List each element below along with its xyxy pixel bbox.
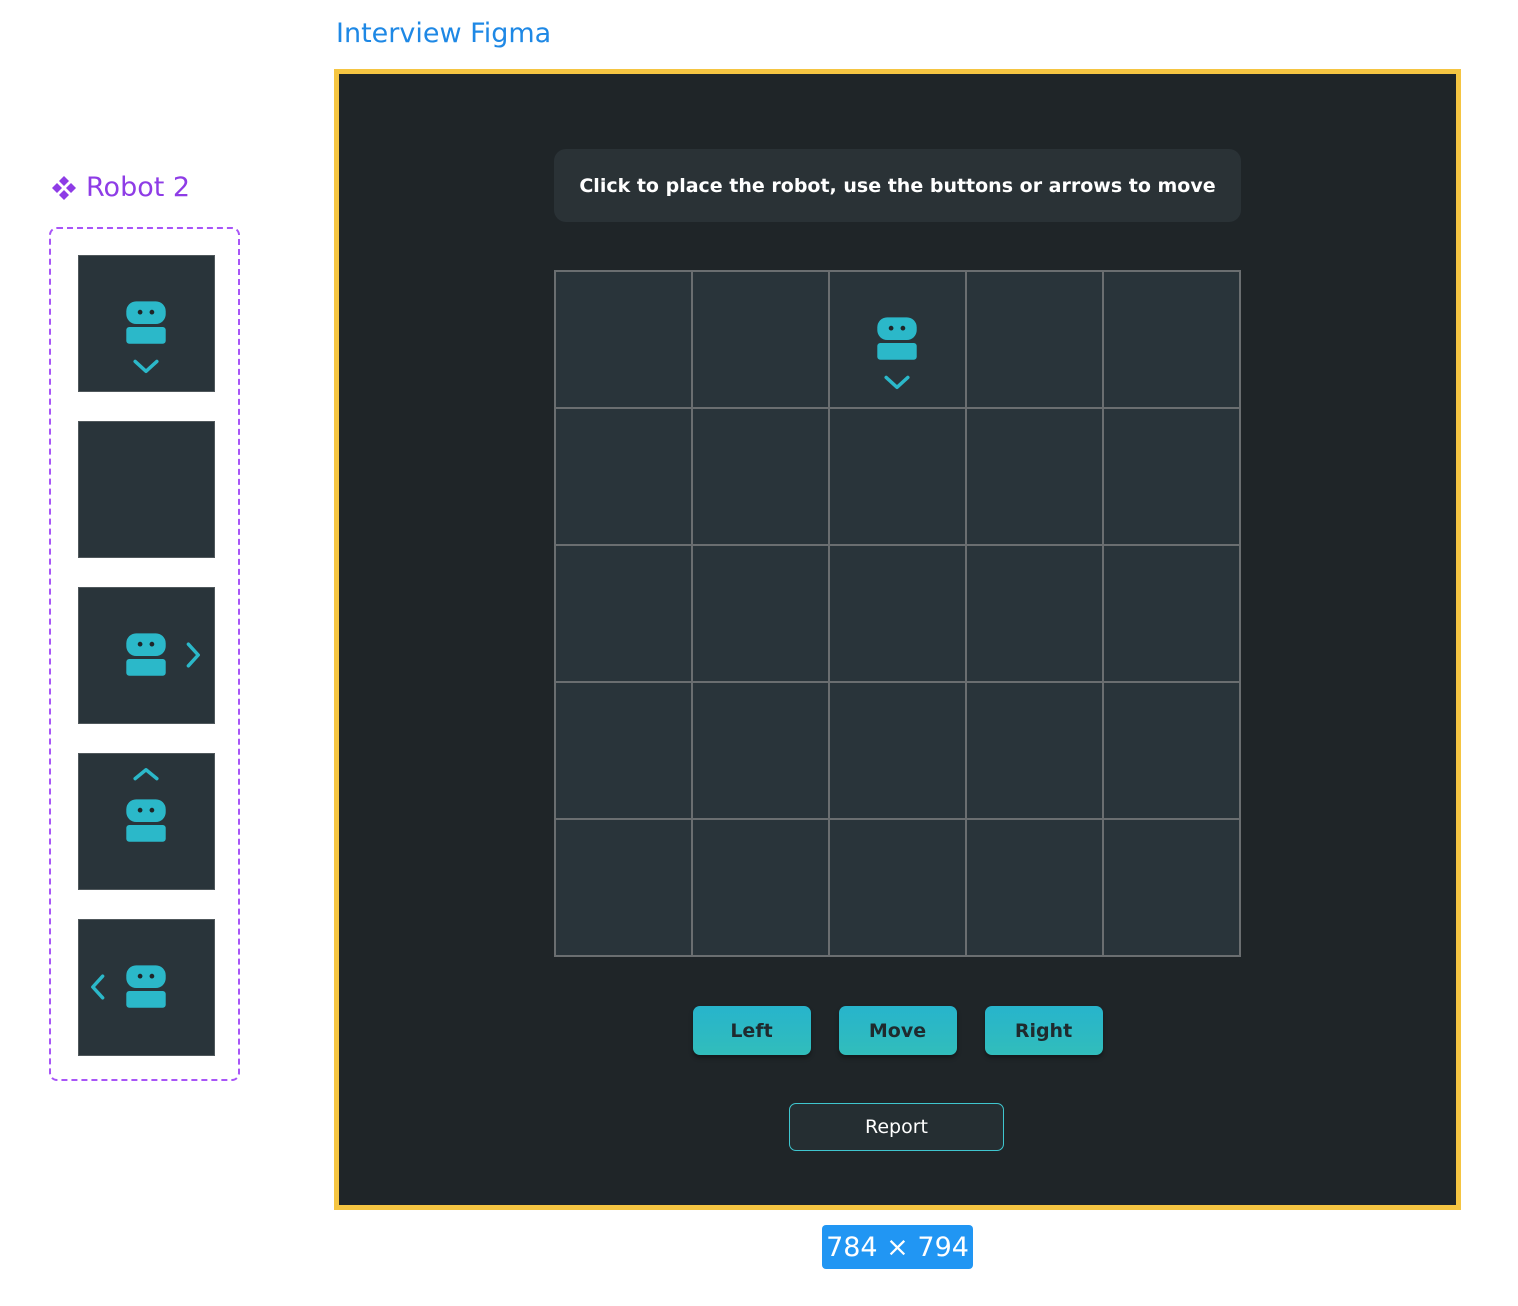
grid-cell[interactable] bbox=[1103, 271, 1240, 408]
robot-grid[interactable] bbox=[554, 270, 1241, 957]
report-button[interactable]: Report bbox=[789, 1103, 1004, 1151]
grid-cell[interactable] bbox=[966, 682, 1103, 819]
grid-cell[interactable] bbox=[692, 408, 829, 545]
component-title[interactable]: Robot 2 bbox=[50, 172, 190, 203]
right-button[interactable]: Right bbox=[984, 1006, 1103, 1055]
grid-cell[interactable] bbox=[555, 545, 692, 682]
grid-cell[interactable] bbox=[829, 682, 966, 819]
robot-facing-right-icon bbox=[126, 633, 200, 676]
grid-cell[interactable] bbox=[692, 682, 829, 819]
grid-cell[interactable] bbox=[1103, 819, 1240, 956]
grid-cell[interactable] bbox=[692, 271, 829, 408]
variant-robot-right[interactable] bbox=[78, 587, 215, 724]
frame-title[interactable]: Interview Figma bbox=[336, 18, 551, 49]
grid-cell[interactable] bbox=[692, 545, 829, 682]
grid-cell-robot[interactable] bbox=[829, 271, 966, 408]
control-buttons: Left Move Right bbox=[339, 1006, 1456, 1055]
variant-robot-left[interactable] bbox=[78, 919, 215, 1056]
variant-robot-down[interactable] bbox=[78, 255, 215, 392]
grid-cell[interactable] bbox=[1103, 682, 1240, 819]
robot-facing-down-icon bbox=[877, 317, 917, 390]
component-name: Robot 2 bbox=[86, 172, 191, 203]
grid-cell[interactable] bbox=[966, 271, 1103, 408]
grid-cell[interactable] bbox=[829, 819, 966, 956]
grid-cell[interactable] bbox=[555, 819, 692, 956]
app-frame[interactable]: Click to place the robot, use the button… bbox=[334, 69, 1461, 1210]
grid-cell[interactable] bbox=[1103, 545, 1240, 682]
grid-cell[interactable] bbox=[555, 271, 692, 408]
grid-cell[interactable] bbox=[966, 819, 1103, 956]
robot-facing-up-icon bbox=[126, 768, 166, 842]
variant-robot-up[interactable] bbox=[78, 753, 215, 890]
frame-size-badge: 784 × 794 bbox=[822, 1225, 973, 1269]
move-button[interactable]: Move bbox=[838, 1006, 957, 1055]
grid-cell[interactable] bbox=[966, 408, 1103, 545]
grid-cell[interactable] bbox=[555, 682, 692, 819]
variant-empty[interactable] bbox=[78, 421, 215, 558]
grid-cell[interactable] bbox=[829, 408, 966, 545]
left-button[interactable]: Left bbox=[692, 1006, 811, 1055]
component-icon bbox=[52, 175, 76, 200]
robot-facing-left-icon bbox=[91, 965, 166, 1008]
grid-cell[interactable] bbox=[555, 408, 692, 545]
component-variants bbox=[49, 227, 240, 1081]
robot-facing-down-icon bbox=[126, 301, 166, 374]
grid-cell[interactable] bbox=[966, 545, 1103, 682]
grid-cell[interactable] bbox=[692, 819, 829, 956]
instruction-banner: Click to place the robot, use the button… bbox=[554, 149, 1241, 222]
grid-cell[interactable] bbox=[829, 545, 966, 682]
grid-cell[interactable] bbox=[1103, 408, 1240, 545]
